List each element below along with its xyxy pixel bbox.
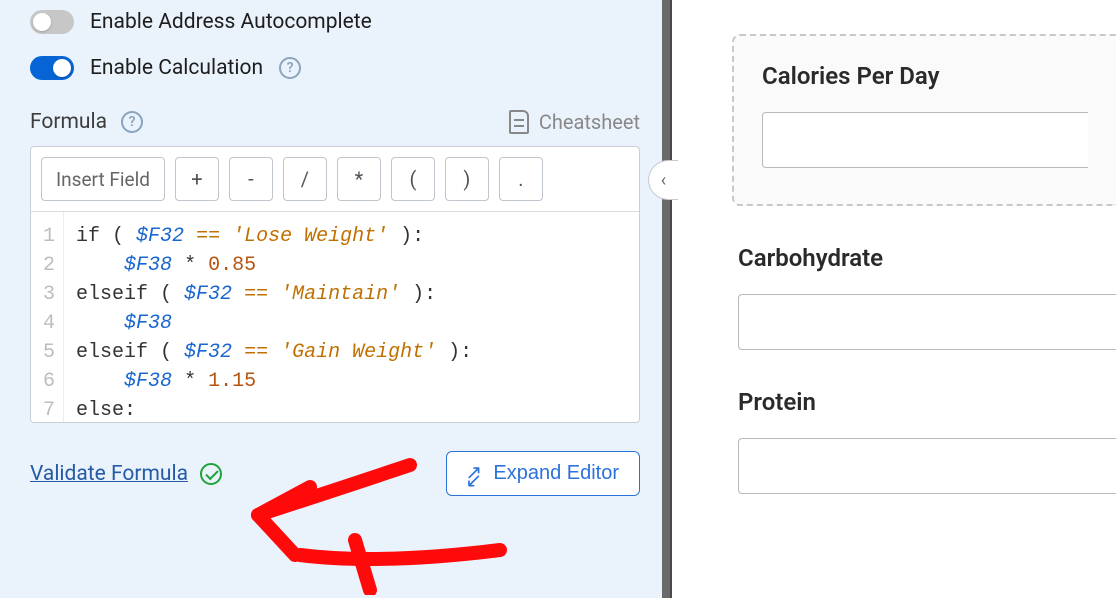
protein-input[interactable]	[738, 438, 1116, 494]
settings-panel: Enable Address Autocomplete Enable Calcu…	[0, 0, 670, 598]
autocomplete-toggle[interactable]	[30, 10, 74, 34]
calculation-label: Enable Calculation	[90, 56, 263, 80]
op-minus-button[interactable]: -	[229, 157, 273, 201]
calories-field-card[interactable]: Calories Per Day	[732, 34, 1116, 206]
op-plus-button[interactable]: +	[175, 157, 219, 201]
formula-heading: Formula	[30, 110, 107, 134]
protein-field: Protein	[732, 388, 1116, 494]
formula-header: Formula ? Cheatsheet	[30, 110, 640, 134]
chevron-left-icon: ‹	[661, 170, 666, 191]
op-multiply-button[interactable]: *	[337, 157, 381, 201]
op-dot-button[interactable]: .	[499, 157, 543, 201]
protein-label: Protein	[738, 388, 1116, 416]
cheatsheet-link[interactable]: Cheatsheet	[509, 110, 640, 134]
validate-section: Validate Formula	[30, 462, 222, 486]
code-area[interactable]: 1234567 if ( $F32 == 'Lose Weight' ): $F…	[31, 212, 639, 422]
validate-formula-link[interactable]: Validate Formula	[30, 462, 188, 486]
editor-toolbar: Insert Field + - / * ( ) .	[31, 147, 639, 212]
carbohydrate-input[interactable]	[738, 294, 1116, 350]
editor-footer: Validate Formula Expand Editor	[30, 451, 640, 496]
calculation-toggle-row: Enable Calculation ?	[30, 56, 640, 80]
calories-input[interactable]	[762, 112, 1088, 168]
op-lparen-button[interactable]: (	[391, 157, 435, 201]
carbohydrate-field: Carbohydrate	[732, 244, 1116, 350]
expand-editor-label: Expand Editor	[493, 462, 619, 485]
help-icon[interactable]: ?	[121, 111, 143, 133]
document-icon	[509, 110, 529, 134]
carbohydrate-label: Carbohydrate	[738, 244, 1116, 272]
op-rparen-button[interactable]: )	[445, 157, 489, 201]
cheatsheet-label: Cheatsheet	[539, 110, 640, 134]
expand-icon	[467, 466, 483, 482]
calculation-toggle[interactable]	[30, 56, 74, 80]
preview-panel: Calories Per Day Carbohydrate Protein	[682, 0, 1116, 598]
op-divide-button[interactable]: /	[283, 157, 327, 201]
autocomplete-label: Enable Address Autocomplete	[90, 10, 372, 34]
line-gutter: 1234567	[31, 212, 64, 422]
check-circle-icon	[200, 463, 222, 485]
help-icon[interactable]: ?	[279, 57, 301, 79]
expand-editor-button[interactable]: Expand Editor	[446, 451, 640, 496]
calories-label: Calories Per Day	[762, 62, 1088, 90]
formula-editor: Insert Field + - / * ( ) . 1234567 if ( …	[30, 146, 640, 423]
panel-divider[interactable]: ‹	[662, 0, 682, 598]
autocomplete-toggle-row: Enable Address Autocomplete	[30, 10, 640, 34]
insert-field-button[interactable]: Insert Field	[41, 157, 165, 201]
code-content[interactable]: if ( $F32 == 'Lose Weight' ): $F38 * 0.8…	[64, 212, 484, 422]
